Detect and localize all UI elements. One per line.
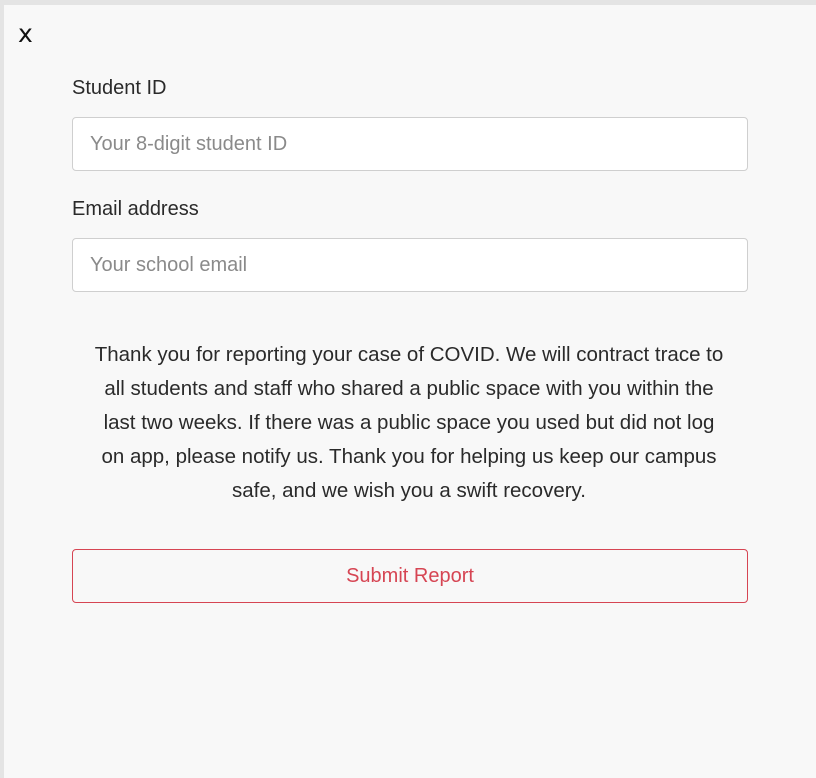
- student-id-label: Student ID: [72, 77, 167, 99]
- confirmation-message: Thank you for reporting your case of COV…: [94, 343, 724, 502]
- email-label: Email address: [72, 198, 199, 220]
- email-input[interactable]: [72, 238, 748, 292]
- submit-report-button[interactable]: Submit Report: [72, 549, 748, 603]
- student-id-input[interactable]: [72, 117, 748, 171]
- close-icon[interactable]: x: [18, 21, 33, 46]
- report-modal: x Student ID Email address Thank you for…: [4, 5, 816, 778]
